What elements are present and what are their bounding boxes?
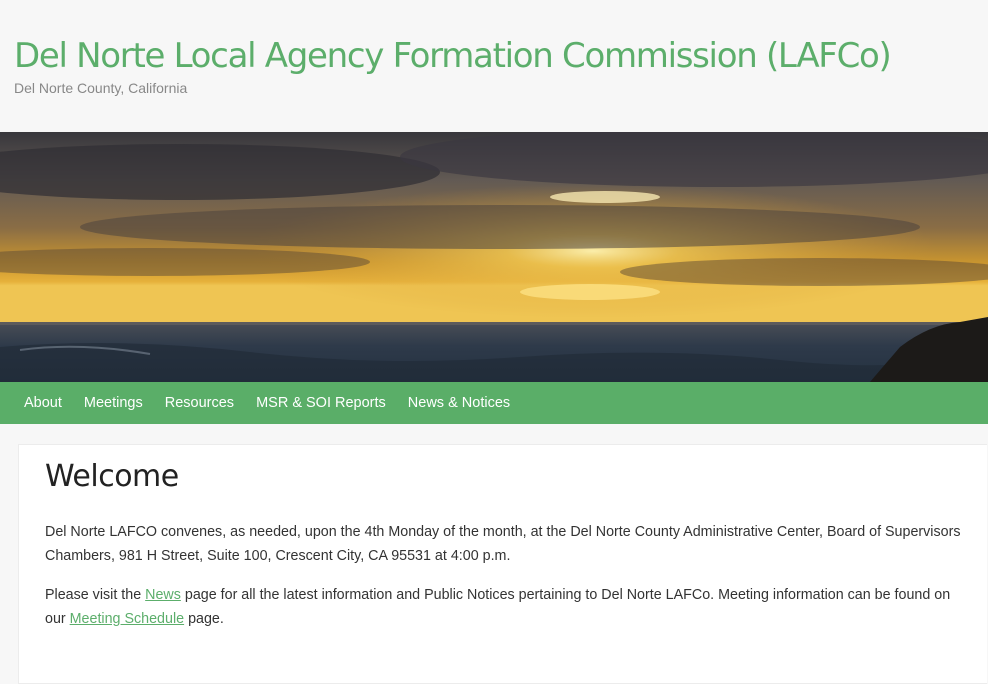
meeting-schedule-link[interactable]: Meeting Schedule <box>70 611 184 627</box>
nav-item-meetings[interactable]: Meetings <box>73 395 154 411</box>
news-text-start: Please visit the <box>45 587 146 603</box>
main-navigation: About Meetings Resources MSR & SOI Repor… <box>0 382 988 424</box>
nav-item-msr-soi-reports[interactable]: MSR & SOI Reports <box>245 395 397 411</box>
site-tagline: Del Norte County, California <box>14 80 188 96</box>
news-text-end: page. <box>184 611 224 627</box>
header-banner-image <box>0 132 988 382</box>
nav-item-resources[interactable]: Resources <box>154 395 245 411</box>
nav-item-news-notices[interactable]: News & Notices <box>397 395 521 411</box>
page-title: Welcome <box>45 459 179 494</box>
news-info-paragraph: Please visit the News page for all the l… <box>45 583 961 631</box>
news-link[interactable]: News <box>145 587 181 603</box>
site-header: Del Norte Local Agency Formation Commiss… <box>0 0 988 132</box>
nav-item-about[interactable]: About <box>13 395 73 411</box>
welcome-card: Welcome Del Norte LAFCO convenes, as nee… <box>18 444 987 684</box>
meeting-info-paragraph: Del Norte LAFCO convenes, as needed, upo… <box>45 524 961 564</box>
content-area: Welcome Del Norte LAFCO convenes, as nee… <box>0 424 988 684</box>
site-title[interactable]: Del Norte Local Agency Formation Commiss… <box>14 36 892 76</box>
